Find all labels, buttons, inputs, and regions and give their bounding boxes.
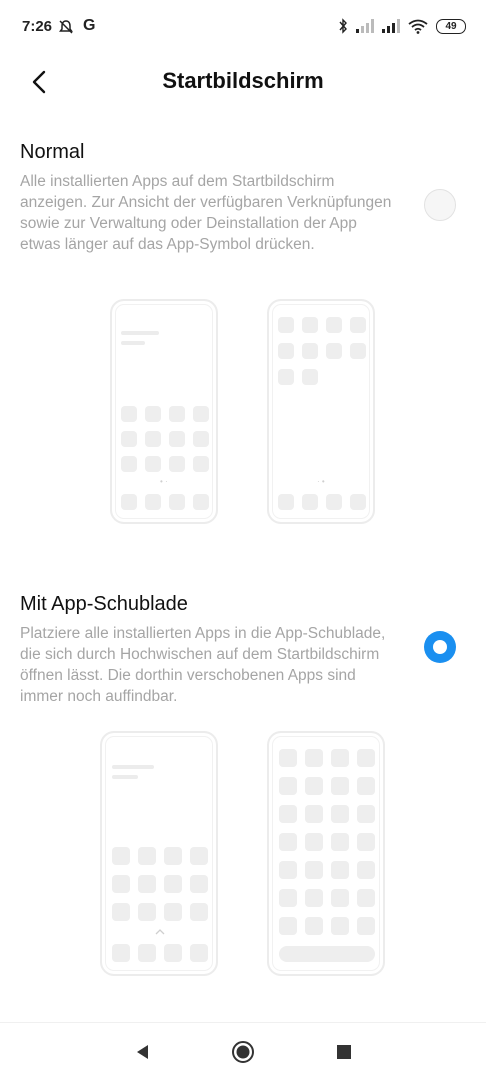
notifications-off-icon	[59, 20, 73, 34]
option-normal-description: Alle installierten Apps auf dem Startbil…	[20, 173, 392, 253]
carrier-icon: G	[83, 17, 96, 34]
recents-square-icon[interactable]	[329, 1037, 359, 1067]
battery-icon: 49	[436, 18, 466, 34]
phone-illustration-drawer-home	[100, 731, 218, 976]
signal-icon	[382, 19, 400, 33]
back-triangle-icon[interactable]	[128, 1037, 158, 1067]
page-title: Startbildschirm	[162, 68, 324, 93]
signal-icon	[356, 19, 374, 33]
phone-illustration-drawer-open	[267, 731, 385, 976]
chevron-up-icon	[155, 929, 165, 935]
home-circle-icon[interactable]	[228, 1037, 258, 1067]
phone-illustration-home: • ·	[110, 299, 218, 524]
bluetooth-icon	[339, 18, 347, 34]
status-time: 7:26	[22, 18, 53, 35]
option-normal-title: Normal	[20, 141, 85, 163]
system-navbar	[0, 1022, 486, 1081]
status-icons: 49	[338, 18, 466, 34]
option-normal-radio[interactable]	[424, 189, 456, 221]
option-drawer-radio[interactable]	[424, 631, 456, 663]
phone-illustration-home-apps: · •	[267, 299, 375, 524]
option-drawer-description: Platziere alle installierten Apps in die…	[20, 625, 386, 705]
option-drawer-title: Mit App-Schublade	[20, 593, 188, 615]
wifi-icon	[408, 19, 428, 34]
